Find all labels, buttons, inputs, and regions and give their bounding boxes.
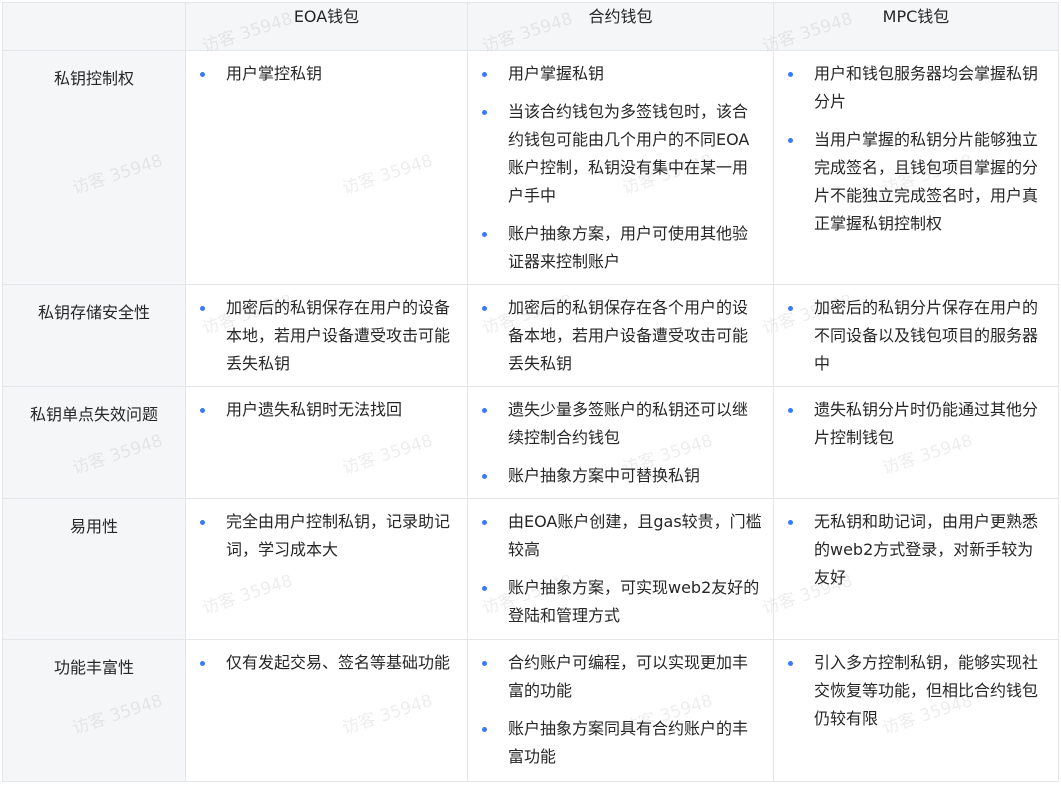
contract-cell: 合约账户可编程，可以实现更加丰富的功能 账户抽象方案同具有合约账户的丰富功能 xyxy=(467,639,774,782)
table-row: 易用性 完全由用户控制私钥，记录助记词，学习成本大 由EOA账户创建，且gas较贵，… xyxy=(2,498,1059,640)
mpc-cell: 加密后的私钥分片保存在用户的不同设备以及钱包项目的服务器中 xyxy=(773,284,1059,387)
eoa-cell: 完全由用户控制私钥，记录助记词，学习成本大 xyxy=(185,498,468,640)
bullet-list: 仅有发起交易、签名等基础功能 xyxy=(186,640,467,685)
comparison-table: EOA钱包 合约钱包 MPC钱包 私钥控制权 用户掌控私钥 用户掌握私钥当该合约钱包… xyxy=(2,2,1059,782)
bullet-list: 加密后的私钥保存在各个用户的设备本地，若用户设备遭受攻击可能丢失私钥 xyxy=(468,285,773,386)
bullet-list: 加密后的私钥保存在用户的设备本地，若用户设备遭受攻击可能丢失私钥 xyxy=(186,285,467,386)
list-item: 完全由用户控制私钥，记录助记词，学习成本大 xyxy=(200,508,457,564)
list-item: 账户抽象方案中可替换私钥 xyxy=(482,462,763,490)
list-item: 加密后的私钥保存在各个用户的设备本地，若用户设备遭受攻击可能丢失私钥 xyxy=(482,294,763,378)
header-contract-wallet: 合约钱包 xyxy=(467,2,774,51)
contract-cell: 由EOA账户创建，且gas较贵，门槛较高 账户抽象方案，可实现web2友好的登陆和… xyxy=(467,498,774,640)
row-header: 易用性 xyxy=(2,498,186,640)
list-item: 当该合约钱包为多签钱包时，该合约钱包可能由几个用户的不同EOA账户控制，私钥没有… xyxy=(482,98,763,210)
bullet-list: 引入多方控制私钥，能够实现社交恢复等功能，但相比合约钱包仍较有限 xyxy=(774,640,1058,741)
mpc-cell: 引入多方控制私钥，能够实现社交恢复等功能，但相比合约钱包仍较有限 xyxy=(773,639,1059,782)
header-mpc-wallet: MPC钱包 xyxy=(773,2,1059,51)
mpc-cell: 用户和钱包服务器均会掌握私钥分片当用户掌握的私钥分片能够独立完成签名，且钱包项目… xyxy=(773,50,1059,285)
table-body: 私钥控制权 用户掌控私钥 用户掌握私钥当该合约钱包为多签钱包时，该合约钱包可能由几个… xyxy=(2,50,1059,782)
eoa-cell: 用户掌控私钥 xyxy=(185,50,468,285)
table-row: 功能丰富性 仅有发起交易、签名等基础功能 合约账户可编程，可以实现更加丰富的功能 账户… xyxy=(2,639,1059,782)
list-item: 账户抽象方案同具有合约账户的丰富功能 xyxy=(482,715,763,771)
list-item: 加密后的私钥保存在用户的设备本地，若用户设备遭受攻击可能丢失私钥 xyxy=(200,294,457,378)
bullet-list: 合约账户可编程，可以实现更加丰富的功能 账户抽象方案同具有合约账户的丰富功能 xyxy=(468,640,773,779)
list-item: 由EOA账户创建，且gas较贵，门槛较高 xyxy=(482,508,763,564)
table-row: 私钥控制权 用户掌控私钥 用户掌握私钥当该合约钱包为多签钱包时，该合约钱包可能由几个… xyxy=(2,50,1059,285)
bullet-list: 用户和钱包服务器均会掌握私钥分片当用户掌握的私钥分片能够独立完成签名，且钱包项目… xyxy=(774,51,1058,246)
mpc-cell: 遗失私钥分片时仍能通过其他分片控制钱包 xyxy=(773,386,1059,499)
list-item: 加密后的私钥分片保存在用户的不同设备以及钱包项目的服务器中 xyxy=(788,294,1048,378)
row-header: 功能丰富性 xyxy=(2,639,186,782)
list-item: 账户抽象方案，用户可使用其他验证器来控制账户 xyxy=(482,220,763,276)
list-item: 用户遗失私钥时无法找回 xyxy=(200,396,457,424)
row-header: 私钥单点失效问题 xyxy=(2,386,186,499)
list-item: 仅有发起交易、签名等基础功能 xyxy=(200,649,457,677)
eoa-cell: 加密后的私钥保存在用户的设备本地，若用户设备遭受攻击可能丢失私钥 xyxy=(185,284,468,387)
list-item: 当用户掌握的私钥分片能够独立完成签名，且钱包项目掌握的分片不能独立完成签名时，用… xyxy=(788,126,1048,238)
contract-cell: 加密后的私钥保存在各个用户的设备本地，若用户设备遭受攻击可能丢失私钥 xyxy=(467,284,774,387)
header-corner xyxy=(2,2,186,51)
list-item: 用户掌控私钥 xyxy=(200,60,457,88)
bullet-list: 用户掌握私钥当该合约钱包为多签钱包时，该合约钱包可能由几个用户的不同EOA账户控… xyxy=(468,51,773,284)
list-item: 合约账户可编程，可以实现更加丰富的功能 xyxy=(482,649,763,705)
list-item: 账户抽象方案，可实现web2友好的登陆和管理方式 xyxy=(482,574,763,630)
bullet-list: 遗失私钥分片时仍能通过其他分片控制钱包 xyxy=(774,387,1058,460)
header-row: EOA钱包 合约钱包 MPC钱包 xyxy=(2,2,1059,51)
list-item: 无私钥和助记词，由用户更熟悉的web2方式登录，对新手较为友好 xyxy=(788,508,1048,592)
mpc-cell: 无私钥和助记词，由用户更熟悉的web2方式登录，对新手较为友好 xyxy=(773,498,1059,640)
row-header: 私钥控制权 xyxy=(2,50,186,285)
header-eoa-wallet: EOA钱包 xyxy=(185,2,468,51)
eoa-cell: 用户遗失私钥时无法找回 xyxy=(185,386,468,499)
bullet-list: 完全由用户控制私钥，记录助记词，学习成本大 xyxy=(186,499,467,572)
bullet-list: 加密后的私钥分片保存在用户的不同设备以及钱包项目的服务器中 xyxy=(774,285,1058,386)
list-item: 引入多方控制私钥，能够实现社交恢复等功能，但相比合约钱包仍较有限 xyxy=(788,649,1048,733)
list-item: 用户掌握私钥 xyxy=(482,60,763,88)
eoa-cell: 仅有发起交易、签名等基础功能 xyxy=(185,639,468,782)
table-row: 私钥单点失效问题 用户遗失私钥时无法找回 遗失少量多签账户的私钥还可以继续控制合约钱… xyxy=(2,386,1059,499)
row-header: 私钥存储安全性 xyxy=(2,284,186,387)
bullet-list: 用户掌控私钥 xyxy=(186,51,467,96)
list-item: 用户和钱包服务器均会掌握私钥分片 xyxy=(788,60,1048,116)
list-item: 遗失少量多签账户的私钥还可以继续控制合约钱包 xyxy=(482,396,763,452)
bullet-list: 用户遗失私钥时无法找回 xyxy=(186,387,467,432)
bullet-list: 由EOA账户创建，且gas较贵，门槛较高 账户抽象方案，可实现web2友好的登陆和… xyxy=(468,499,773,638)
contract-cell: 用户掌握私钥当该合约钱包为多签钱包时，该合约钱包可能由几个用户的不同EOA账户控… xyxy=(467,50,774,285)
bullet-list: 遗失少量多签账户的私钥还可以继续控制合约钱包账户抽象方案中可替换私钥 xyxy=(468,387,773,498)
contract-cell: 遗失少量多签账户的私钥还可以继续控制合约钱包账户抽象方案中可替换私钥 xyxy=(467,386,774,499)
list-item: 遗失私钥分片时仍能通过其他分片控制钱包 xyxy=(788,396,1048,452)
bullet-list: 无私钥和助记词，由用户更熟悉的web2方式登录，对新手较为友好 xyxy=(774,499,1058,600)
table-row: 私钥存储安全性 加密后的私钥保存在用户的设备本地，若用户设备遭受攻击可能丢失私钥加… xyxy=(2,284,1059,387)
